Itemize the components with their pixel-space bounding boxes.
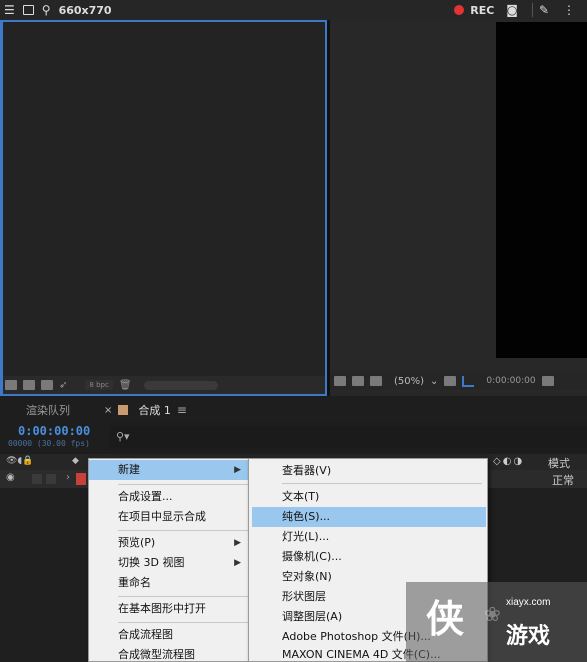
render-rocket-icon[interactable]: ➶: [59, 380, 67, 391]
layer-search-row: ⚲▾: [110, 426, 587, 448]
viewer-timecode[interactable]: 0:00:00:00: [486, 376, 535, 386]
always-preview-icon[interactable]: [334, 376, 346, 386]
menu-item-rename[interactable]: 重命名: [89, 573, 249, 593]
menu-item-reveal-in-project[interactable]: 在项目中显示合成: [89, 507, 249, 527]
menu-item-label: 纯色(S)...: [282, 510, 331, 523]
watermark-logo: 侠: [426, 596, 465, 641]
menu-item-new[interactable]: 新建 ▶: [89, 460, 249, 480]
trash-icon[interactable]: 🗑: [119, 380, 132, 391]
menu-separator: [118, 530, 248, 531]
region-of-interest-icon[interactable]: [462, 375, 475, 387]
menu-separator: [282, 483, 482, 484]
window-icon[interactable]: [22, 5, 34, 15]
composition-viewer[interactable]: (50%) ⌄ 0:00:00:00: [330, 20, 587, 396]
menu-item-label: 切换 3D 视图: [118, 556, 185, 569]
grid-guides-icon[interactable]: [444, 376, 457, 386]
submenu-item-camera[interactable]: 摄像机(C)...: [252, 547, 486, 567]
site-watermark: 侠 ❀ xiayx.com 游戏: [406, 582, 587, 662]
menu-separator: [118, 622, 248, 623]
record-dot-icon[interactable]: [454, 5, 465, 15]
toolbar-divider: [531, 3, 533, 17]
submenu-arrow-icon: ▶: [234, 465, 241, 475]
menu-item-label: 合成设置...: [118, 490, 173, 503]
frame-rate-display: 00000 (30.00 fps): [8, 439, 90, 448]
new-folder-icon[interactable]: [23, 380, 35, 390]
menu-item-open-in-essential-graphics[interactable]: 在基本图形中打开: [89, 599, 249, 619]
record-button[interactable]: REC: [470, 4, 494, 17]
menu-item-label: 在项目中显示合成: [118, 510, 206, 523]
menu-item-label: 查看器(V): [282, 464, 332, 477]
menu-item-switch-3d-view[interactable]: 切换 3D 视图 ▶: [89, 553, 249, 573]
submenu-arrow-icon: ▶: [234, 538, 241, 548]
menu-item-label: 重命名: [118, 576, 151, 589]
viewer-footer: (50%) ⌄ 0:00:00:00: [330, 372, 587, 390]
menu-item-label: 文本(T): [282, 490, 320, 503]
menu-separator: [118, 484, 248, 485]
eye-icon[interactable]: ◉: [6, 472, 15, 483]
paw-icon: ❀: [484, 602, 501, 626]
submenu-item-light[interactable]: 灯光(L)...: [252, 527, 486, 547]
watermark-name: 游戏: [506, 624, 551, 649]
expand-arrow-icon[interactable]: ›: [66, 472, 70, 483]
display-icon[interactable]: [352, 376, 364, 386]
layer-label-color[interactable]: [76, 473, 86, 485]
menu-item-preview[interactable]: 预览(P) ▶: [89, 533, 249, 553]
mask-visibility-icon[interactable]: [370, 376, 382, 386]
menu-item-label: 合成微型流程图: [118, 648, 195, 661]
submenu-item-solid[interactable]: 纯色(S)...: [252, 507, 486, 527]
search-icon[interactable]: ⚲▾: [116, 430, 130, 443]
zoom-dropdown[interactable]: (50%): [394, 376, 424, 387]
menu-item-composition-settings[interactable]: 合成设置...: [89, 487, 249, 507]
submenu-item-viewer[interactable]: 查看器(V): [252, 461, 486, 481]
layer-mode-value[interactable]: 正常: [552, 472, 574, 488]
menu-item-label: 形状图层: [282, 590, 326, 603]
search-icon[interactable]: ⚲: [42, 4, 51, 16]
menu-item-composition-flowchart[interactable]: 合成流程图: [89, 625, 249, 645]
new-composition-icon[interactable]: [41, 380, 53, 390]
watermark-url: xiayx.com: [506, 597, 551, 608]
layer-switch-box[interactable]: [46, 474, 56, 484]
menu-item-label: 灯光(L)...: [282, 530, 330, 543]
chevron-down-icon[interactable]: ⌄: [430, 376, 438, 387]
timeline-tab-bar: 渲染队列 × 合成 1 ≡: [0, 398, 587, 422]
tab-close-button[interactable]: ×: [104, 405, 112, 416]
menu-item-label: 空对象(N): [282, 570, 332, 583]
menu-item-label: 新建: [118, 463, 140, 476]
tab-render-queue[interactable]: 渲染队列: [26, 402, 70, 418]
current-time-display[interactable]: 0:00:00:00: [18, 424, 90, 438]
submenu-item-text[interactable]: 文本(T): [252, 487, 486, 507]
camera-icon[interactable]: ◙: [506, 4, 518, 16]
menu-item-label: 预览(P): [118, 536, 156, 549]
timeline-context-menu: 新建 ▶ 合成设置... 在项目中显示合成 预览(P) ▶ 切换 3D 视图 ▶…: [88, 458, 250, 662]
recorder-toolbar: ☰ ⚲ 660x770 REC ◙ ✎ ⋮: [0, 0, 587, 20]
project-panel-footer: ➶ 8 bpc 🗑: [3, 376, 325, 394]
bit-depth-badge[interactable]: 8 bpc: [85, 380, 113, 390]
visibility-column-icon[interactable]: 👁◖🔒: [6, 456, 33, 466]
thumbnail-size-slider[interactable]: [143, 380, 218, 390]
interpret-footage-icon[interactable]: [5, 380, 17, 390]
more-icon[interactable]: ⋮: [563, 4, 575, 16]
menu-item-label: 合成流程图: [118, 628, 173, 641]
project-panel[interactable]: ➶ 8 bpc 🗑: [0, 20, 327, 396]
recorder-controls: REC ◙ ✎ ⋮: [454, 3, 583, 17]
timecode-area: 0:00:00:00 00000 (30.00 fps): [0, 422, 110, 452]
mode-column-header[interactable]: 模式: [548, 455, 570, 471]
layer-switch-box[interactable]: [32, 474, 42, 484]
recording-size-label: 660x770: [58, 3, 112, 17]
tab-composition-1[interactable]: 合成 1: [138, 402, 171, 418]
menu-item-mini-flowchart[interactable]: 合成微型流程图: [89, 645, 249, 662]
switches-column-icons[interactable]: ◇◐◑: [493, 456, 524, 467]
composition-color-swatch: [118, 405, 129, 415]
composition-canvas[interactable]: [496, 22, 587, 358]
menu-item-label: 摄像机(C)...: [282, 550, 342, 563]
menu-separator: [118, 596, 248, 597]
submenu-arrow-icon: ▶: [234, 558, 241, 568]
hamburger-menu-icon[interactable]: ☰: [4, 4, 15, 16]
menu-item-label: 在基本图形中打开: [118, 602, 206, 615]
snapshot-camera-icon[interactable]: [541, 376, 554, 386]
menu-item-label: 调整图层(A): [282, 610, 343, 623]
label-column-icon[interactable]: ◆: [72, 456, 79, 466]
tab-menu-icon[interactable]: ≡: [177, 403, 187, 417]
pen-icon[interactable]: ✎: [539, 4, 549, 16]
